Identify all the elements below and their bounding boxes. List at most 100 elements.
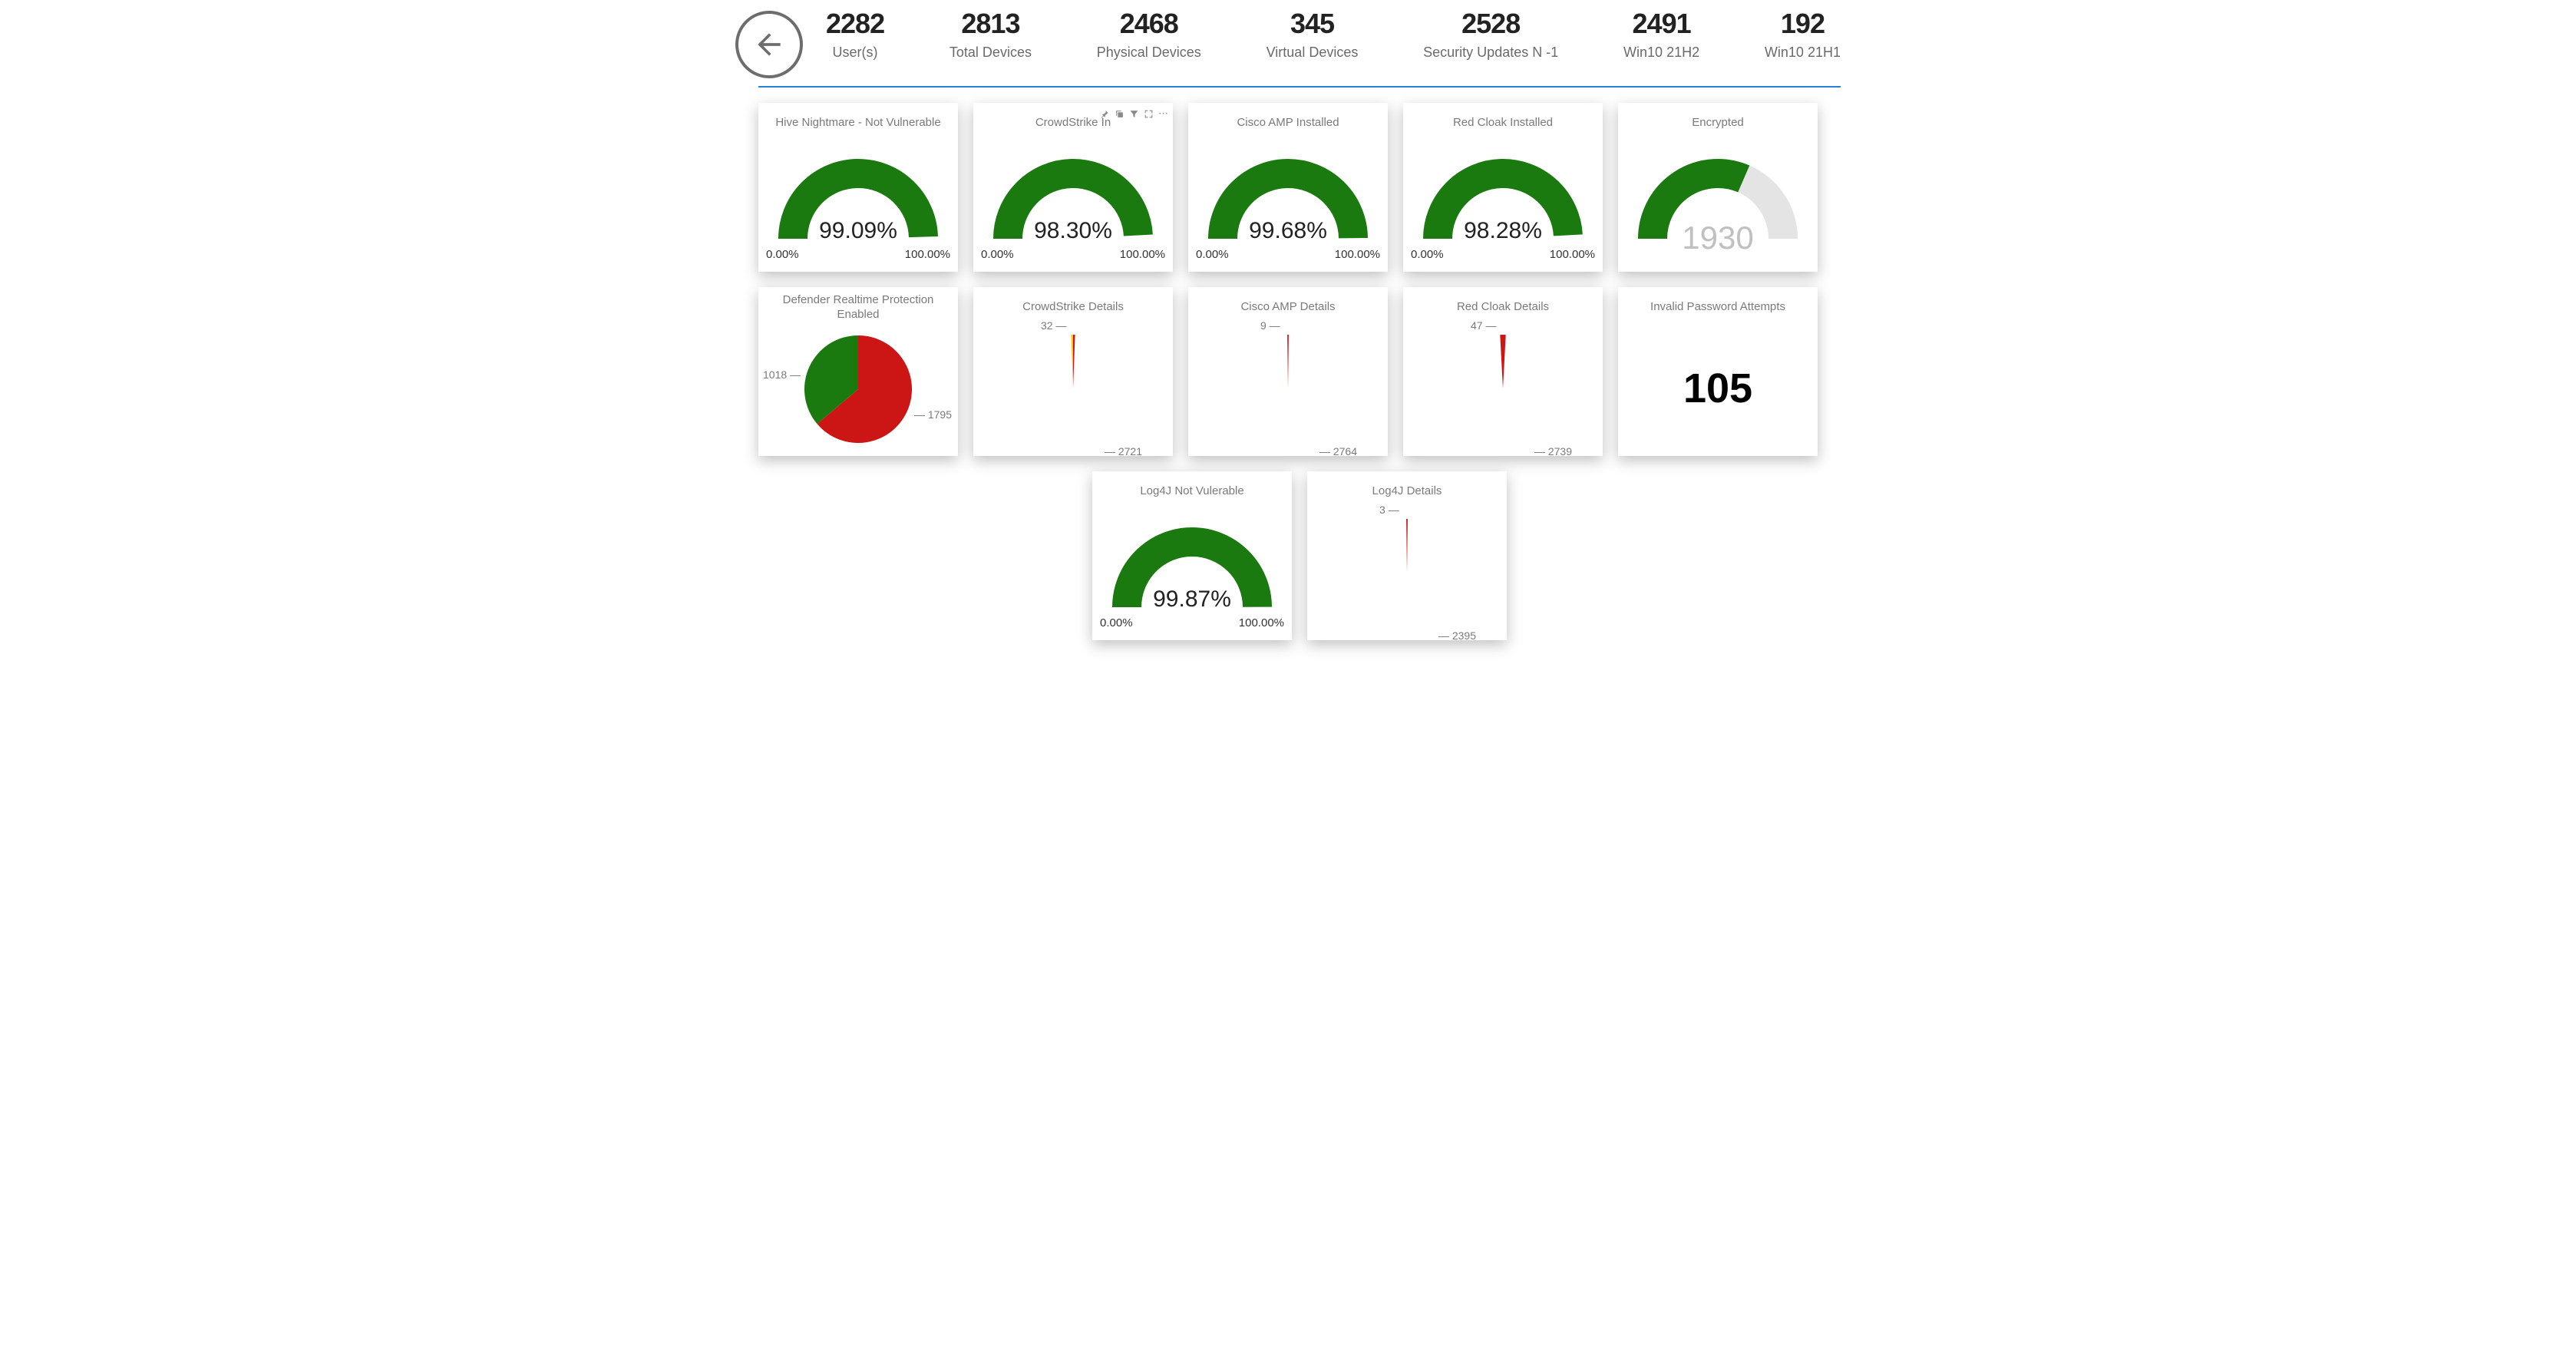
gauge-value: 99.68% <box>1249 218 1327 244</box>
header-row: 2282 User(s) 2813 Total Devices 2468 Phy… <box>712 0 1864 78</box>
pie-label-bottom: — 2764 <box>1319 445 1357 458</box>
big-number: 105 <box>1618 321 1818 456</box>
row-3: Log4J Not Vulerable 99.87% 0.00% 100.00%… <box>758 471 1841 640</box>
gauge-chart: 99.87% 0.00% 100.00% <box>1092 505 1292 640</box>
arrow-left-icon <box>752 28 786 61</box>
card-log4j-details[interactable]: Log4J Details 3 — — 2395 <box>1307 471 1507 640</box>
pie-label-top: 9 — <box>1260 319 1280 332</box>
card-title: Log4J Not Vulerable <box>1140 477 1243 505</box>
pie-svg <box>1227 327 1349 450</box>
card-encrypted[interactable]: Encrypted 1930 <box>1618 103 1818 272</box>
card-invalid-password-attempts[interactable]: Invalid Password Attempts 105 <box>1618 287 1818 456</box>
kpi-row: 2282 User(s) 2813 Total Devices 2468 Phy… <box>826 8 1841 61</box>
card-defender-realtime[interactable]: Defender Realtime Protection Enabled 101… <box>758 287 958 456</box>
kpi-label: User(s) <box>833 45 878 61</box>
pie-chart: 9 — — 2764 <box>1188 321 1388 456</box>
card-title: Defender Realtime Protection Enabled <box>766 293 950 322</box>
kpi-virtual-devices[interactable]: 345 Virtual Devices <box>1267 8 1359 61</box>
focus-icon[interactable] <box>1144 109 1154 119</box>
pie-svg <box>1346 511 1468 634</box>
gauge-max: 100.00% <box>1335 248 1380 261</box>
gauge-chart: 99.68% 0.00% 100.00% <box>1188 137 1388 272</box>
kpi-value: 2813 <box>961 8 1019 40</box>
gauge-svg <box>1200 147 1376 262</box>
pie-chart: 3 — — 2395 <box>1307 505 1507 640</box>
kpi-value: 2282 <box>826 8 884 40</box>
kpi-security-updates[interactable]: 2528 Security Updates N -1 <box>1423 8 1558 61</box>
pie-chart: 47 — — 2739 <box>1403 321 1603 456</box>
more-icon[interactable]: ⋯ <box>1158 107 1168 120</box>
gauge-min: 0.00% <box>1411 248 1444 261</box>
copy-icon[interactable] <box>1115 109 1125 119</box>
gauge-min: 0.00% <box>1100 616 1133 629</box>
card-title: Cisco AMP Details <box>1240 293 1335 321</box>
kpi-value: 192 <box>1781 8 1825 40</box>
kpi-value: 345 <box>1290 8 1334 40</box>
card-title: Red Cloak Installed <box>1453 109 1553 137</box>
pie-svg <box>797 328 920 451</box>
card-title: CrowdStrike Details <box>1022 293 1124 321</box>
pie-svg <box>1012 327 1134 450</box>
card-cisco-amp-installed[interactable]: Cisco AMP Installed 99.68% 0.00% 100.00% <box>1188 103 1388 272</box>
kpi-label: Security Updates N -1 <box>1423 45 1558 61</box>
pin-icon[interactable] <box>1100 109 1110 119</box>
card-crowdstrike-details[interactable]: CrowdStrike Details 32 — — 2721 <box>973 287 1173 456</box>
gauge-max: 100.00% <box>1239 616 1284 629</box>
kpi-label: Win10 21H1 <box>1765 45 1841 61</box>
kpi-label: Virtual Devices <box>1267 45 1359 61</box>
gauge-value: 98.28% <box>1464 218 1542 244</box>
gauge-value: 99.09% <box>819 218 897 244</box>
card-red-cloak-installed[interactable]: Red Cloak Installed 98.28% 0.00% 100.00% <box>1403 103 1603 272</box>
tile-grid: Hive Nightmare - Not Vulnerable 99.09% 0… <box>712 103 1864 663</box>
gauge-min: 0.00% <box>981 248 1014 261</box>
pie-svg <box>1442 327 1564 450</box>
kpi-users[interactable]: 2282 User(s) <box>826 8 884 61</box>
card-title: Log4J Details <box>1372 477 1442 505</box>
gauge-max: 100.00% <box>1550 248 1595 261</box>
visual-toolbar: ⋯ <box>1100 107 1168 120</box>
pie-label-top: 32 — <box>1041 319 1066 332</box>
gauge-chart: 99.09% 0.00% 100.00% <box>758 137 958 272</box>
gauge-value: 98.30% <box>1034 218 1112 244</box>
kpi-win10-21h2[interactable]: 2491 Win10 21H2 <box>1623 8 1699 61</box>
gauge-chart: 1930 <box>1618 137 1818 272</box>
gauge-svg <box>770 147 946 262</box>
big-number-value: 105 <box>1618 321 1818 456</box>
card-title: Encrypted <box>1692 109 1744 137</box>
card-cisco-amp-details[interactable]: Cisco AMP Details 9 — — 2764 <box>1188 287 1388 456</box>
back-button[interactable] <box>735 11 803 78</box>
pie-chart: 32 — — 2721 <box>973 321 1173 456</box>
kpi-total-devices[interactable]: 2813 Total Devices <box>949 8 1032 61</box>
gauge-min: 0.00% <box>1196 248 1229 261</box>
filter-icon[interactable] <box>1129 109 1139 119</box>
pie-label-a: 1018 — <box>763 368 801 381</box>
pie-chart: 1018 — — 1795 <box>758 322 958 457</box>
dashboard-page: 2282 User(s) 2813 Total Devices 2468 Phy… <box>712 0 1864 663</box>
kpi-label: Win10 21H2 <box>1623 45 1699 61</box>
gauge-max: 100.00% <box>905 248 950 261</box>
gauge-min: 0.00% <box>766 248 799 261</box>
pie-label-bottom: — 2395 <box>1438 629 1476 642</box>
header-rule <box>758 86 1841 88</box>
gauge-svg <box>1415 147 1591 262</box>
gauge-svg <box>985 147 1161 262</box>
pie-label-bottom: — 2739 <box>1534 445 1572 458</box>
card-crowdstrike-installed[interactable]: ⋯ CrowdStrike In 98.30% 0.00% 100.00% <box>973 103 1173 272</box>
kpi-value: 2528 <box>1461 8 1520 40</box>
pie-label-b: — 1795 <box>914 408 952 421</box>
kpi-win10-21h1[interactable]: 192 Win10 21H1 <box>1765 8 1841 61</box>
card-hive-nightmare[interactable]: Hive Nightmare - Not Vulnerable 99.09% 0… <box>758 103 958 272</box>
gauge-max: 100.00% <box>1120 248 1165 261</box>
card-red-cloak-details[interactable]: Red Cloak Details 47 — — 2739 <box>1403 287 1603 456</box>
kpi-value: 2468 <box>1120 8 1178 40</box>
pie-label-top: 3 — <box>1379 504 1399 516</box>
card-title: Red Cloak Details <box>1457 293 1549 321</box>
card-title: Hive Nightmare - Not Vulnerable <box>775 109 940 137</box>
kpi-physical-devices[interactable]: 2468 Physical Devices <box>1097 8 1201 61</box>
card-title: Cisco AMP Installed <box>1237 109 1339 137</box>
card-title: Invalid Password Attempts <box>1650 293 1785 321</box>
kpi-label: Total Devices <box>949 45 1032 61</box>
pie-label-top: 47 — <box>1471 319 1496 332</box>
card-log4j-not-vulnerable[interactable]: Log4J Not Vulerable 99.87% 0.00% 100.00% <box>1092 471 1292 640</box>
pie-label-bottom: — 2721 <box>1105 445 1142 458</box>
